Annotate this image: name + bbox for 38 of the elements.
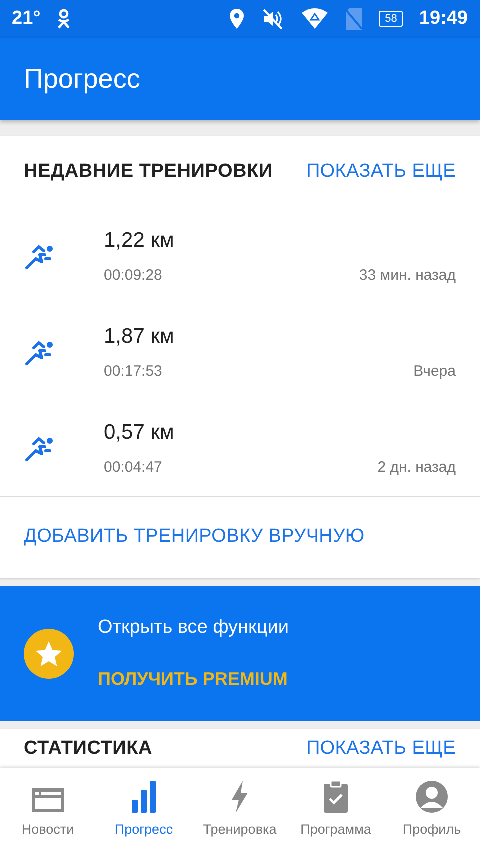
- nav-tab[interactable]: Тренировка: [192, 768, 288, 854]
- section-title: НЕДАВНИЕ ТРЕНИРОВКИ: [24, 160, 273, 184]
- screen-title: Прогресс: [24, 62, 140, 96]
- profile-icon: [415, 780, 449, 814]
- distance-text: 1,87 км: [104, 324, 176, 350]
- duration-text: 00:09:28: [104, 266, 162, 286]
- wifi-icon: [301, 8, 330, 30]
- clipboard-check-icon: [323, 780, 349, 814]
- no-sim-icon: [345, 7, 364, 31]
- clock-text: 19:49: [419, 6, 468, 31]
- distance-text: 1,22 км: [104, 228, 176, 254]
- news-icon: [31, 786, 65, 814]
- battery-icon: 58: [379, 11, 404, 27]
- distance-text: 0,57 км: [104, 420, 176, 446]
- show-more-link[interactable]: ПОКАЗАТЬ ЕЩЕ: [306, 158, 456, 186]
- section-title: СТАТИСТИКА: [24, 739, 153, 760]
- date-text: 2 дн. назад: [378, 458, 456, 478]
- show-more-link[interactable]: ПОКАЗАТЬ ЕЩЕ: [306, 739, 456, 760]
- workout-row[interactable]: 1,22 км 00:09:28 33 мин. назад: [0, 208, 480, 304]
- add-workout-link[interactable]: ДОБАВИТЬ ТРЕНИРОВКУ ВРУЧНУЮ: [24, 523, 365, 552]
- date-text: 33 мин. назад: [359, 266, 456, 286]
- nav-tab[interactable]: Программа: [288, 768, 384, 854]
- muted-speaker-icon: [261, 7, 286, 31]
- person-icon: [56, 9, 71, 29]
- temperature-text: 21°: [12, 6, 41, 31]
- nav-tab[interactable]: Профиль: [384, 768, 480, 854]
- duration-text: 00:17:53: [104, 362, 162, 382]
- date-text: Вчера: [414, 362, 456, 382]
- location-icon: [229, 8, 246, 30]
- bar-chart-icon: [131, 780, 157, 814]
- premium-button[interactable]: ПОЛУЧИТЬ PREMIUM: [98, 666, 288, 694]
- premium-text: Открыть все функции: [98, 616, 289, 640]
- nav-tab[interactable]: Прогресс: [96, 768, 192, 854]
- workout-row[interactable]: 0,57 км 00:04:47 2 дн. назад: [0, 400, 480, 496]
- workout-row[interactable]: 1,87 км 00:17:53 Вчера: [0, 304, 480, 400]
- duration-text: 00:04:47: [104, 458, 162, 478]
- lightning-icon: [230, 780, 250, 814]
- nav-tab[interactable]: Новости: [0, 768, 96, 854]
